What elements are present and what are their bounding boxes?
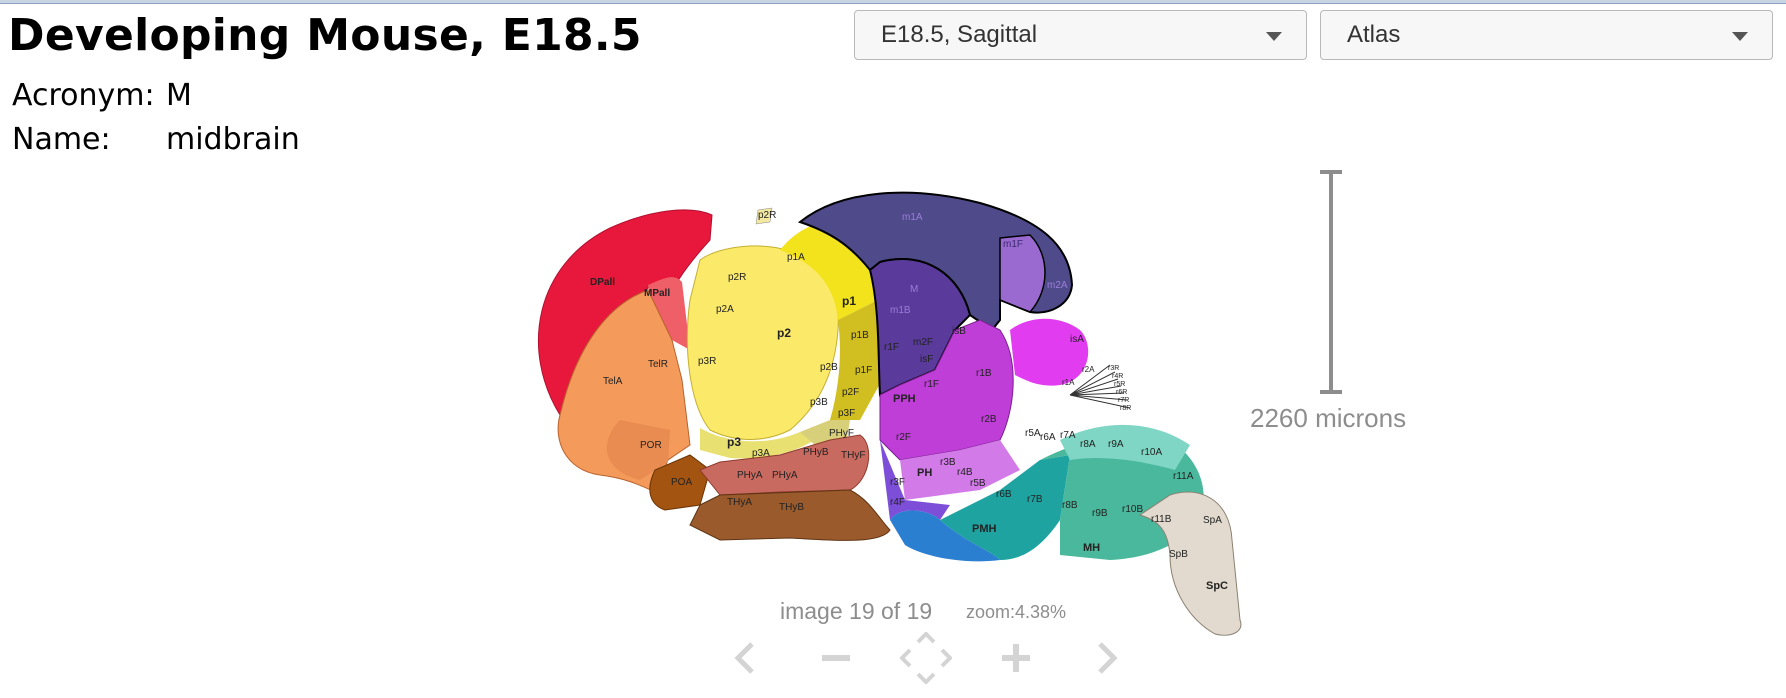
atlas-label: SpC <box>1206 580 1228 592</box>
region-p2 <box>686 245 839 440</box>
atlas-label: r5B <box>970 478 986 489</box>
atlas-label: MH <box>1083 542 1100 554</box>
atlas-label: r2F <box>896 432 911 443</box>
previous-icon[interactable] <box>720 632 772 684</box>
atlas-label: PH <box>917 467 932 479</box>
atlas-label: isA <box>1070 334 1084 345</box>
atlas-label: isB <box>952 326 966 337</box>
atlas-label: r2B <box>981 414 997 425</box>
atlas-label: p2R <box>758 210 776 221</box>
atlas-label: PHyA <box>772 470 798 481</box>
atlas-label: PHyF <box>829 428 854 439</box>
atlas-label: r9A <box>1108 439 1124 450</box>
atlas-label: m2A <box>1047 280 1068 291</box>
atlas-label: p2R <box>728 272 746 283</box>
atlas-label: p2A <box>716 304 734 315</box>
atlas-label: SpA <box>1203 515 1222 526</box>
scale-bar <box>1320 170 1342 394</box>
atlas-label: PMH <box>972 523 997 535</box>
atlas-label: r8B <box>1062 500 1078 511</box>
atlas-label: r10A <box>1141 447 1162 458</box>
atlas-image[interactable]: DPall MPall TelR TelA POR POA p2R p2R p2… <box>0 0 1786 698</box>
atlas-label: isR <box>1002 314 1016 325</box>
atlas-label: r4R <box>1112 373 1123 380</box>
atlas-label: p3A <box>752 448 770 459</box>
atlas-label: r6A <box>1040 432 1056 443</box>
atlas-label: POA <box>671 477 692 488</box>
atlas-label: r11B <box>1151 514 1172 525</box>
atlas-label: p2B <box>820 362 838 373</box>
atlas-label: r7B <box>1027 494 1043 505</box>
atlas-label: SpB <box>1169 549 1188 560</box>
zoom-in-icon[interactable] <box>990 632 1042 684</box>
next-icon[interactable] <box>1080 632 1132 684</box>
atlas-label: p2 <box>777 326 791 340</box>
atlas-label: r4F <box>890 497 905 508</box>
atlas-label: r4B <box>957 467 973 478</box>
atlas-label: p1 <box>842 294 856 308</box>
atlas-label: r6R <box>1116 389 1127 396</box>
atlas-label: r7A <box>1060 430 1076 441</box>
atlas-label: p1B <box>851 330 869 341</box>
atlas-label: r3R <box>1108 365 1119 372</box>
atlas-label: r7R <box>1118 397 1129 404</box>
atlas-label: r3F <box>890 477 905 488</box>
atlas-label: isF <box>920 354 933 365</box>
atlas-label: p3 <box>727 435 741 449</box>
atlas-label: r6B <box>996 489 1012 500</box>
atlas-label: THyF <box>841 450 865 461</box>
atlas-label: THyA <box>727 497 752 508</box>
atlas-label: THyB <box>779 502 804 513</box>
atlas-label: TelR <box>648 359 668 370</box>
atlas-label: p1A <box>787 252 805 263</box>
atlas-label: POR <box>640 440 662 451</box>
atlas-label: M <box>910 284 918 295</box>
atlas-label: r1B <box>976 368 992 379</box>
atlas-label: p3R <box>698 356 716 367</box>
atlas-label: m1A <box>902 212 923 223</box>
atlas-label: PHyB <box>803 447 829 458</box>
atlas-label: r5A <box>1025 428 1041 439</box>
atlas-label: DPall <box>590 277 615 288</box>
atlas-label: PHyA <box>737 470 763 481</box>
fit-view-icon[interactable] <box>900 632 952 684</box>
atlas-label: r1F <box>924 379 939 390</box>
region-isa <box>1010 318 1089 386</box>
atlas-label: r9B <box>1092 508 1108 519</box>
atlas-label: r10B <box>1122 504 1143 515</box>
image-counter: image 19 of 19 <box>780 598 933 624</box>
atlas-label: r8R <box>1120 405 1131 412</box>
zoom-out-icon[interactable] <box>810 632 862 684</box>
region-thy <box>689 489 891 541</box>
atlas-label: p1F <box>855 365 872 376</box>
scale-bar-label: 2260 microns <box>1250 403 1407 433</box>
atlas-label: m2F <box>913 337 933 348</box>
atlas-label: r2A <box>1082 365 1095 374</box>
atlas-label: r1A <box>1062 378 1075 387</box>
zoom-readout: zoom:4.38% <box>966 602 1067 622</box>
atlas-label: p2F <box>842 387 859 398</box>
atlas-label: r8A <box>1080 439 1096 450</box>
atlas-label: m1F <box>1003 239 1023 250</box>
atlas-label: p3F <box>838 408 855 419</box>
atlas-label: r3B <box>940 457 956 468</box>
atlas-label: PPH <box>893 393 916 405</box>
atlas-label: p3B <box>810 397 828 408</box>
atlas-label: r5R <box>1114 381 1125 388</box>
atlas-label: MPall <box>644 288 670 299</box>
atlas-label: m1B <box>890 305 911 316</box>
atlas-label: TelA <box>603 376 623 387</box>
atlas-label: r1F <box>884 342 899 353</box>
atlas-label: r11A <box>1173 471 1194 482</box>
